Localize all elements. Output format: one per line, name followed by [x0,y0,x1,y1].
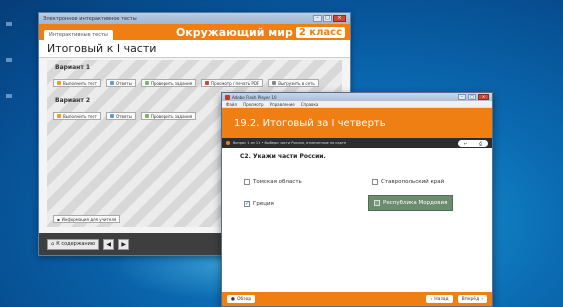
answer-option[interactable]: Ставропольский край [372,179,444,185]
variant-1-label: Вариант 1 [55,64,91,71]
window-controls: – □ × [313,15,346,22]
test-header: 19.2. Итоговый за I четверть [222,108,492,138]
answer-option[interactable]: Томская область [244,179,302,185]
forward-button[interactable]: Вперёд › [457,295,487,303]
question-footer: ● Обзор ‹ Назад Вперёд › [222,292,492,306]
pdf-icon [205,81,210,85]
question-text: С2. Укажи части России. [240,153,326,160]
maximize-button[interactable]: □ [323,15,332,22]
run-test-button[interactable]: Выполнить тест [53,112,102,120]
test-title: 19.2. Итоговый за I четверть [234,117,386,129]
answer-option-selected[interactable]: Республика Мордовия [368,195,454,211]
teacher-info-button[interactable]: ▪ Информация для учителя [53,215,121,223]
desktop-icon[interactable] [6,58,12,62]
minimize-button[interactable]: – [458,94,466,100]
print-icon[interactable]: ⎙ [479,141,482,146]
window-titlebar[interactable]: Электронное интерактивное тесты – □ × [39,13,350,24]
prev-page-button[interactable]: ◀ [103,238,115,250]
flash-app-icon [225,94,230,100]
arrow-icon[interactable]: ↩ [464,141,467,146]
close-button[interactable]: × [478,94,489,100]
window-titlebar[interactable]: Adobe Flash Player 10 – □ × [222,93,492,101]
window-title: Электронное интерактивное тесты [43,15,137,22]
tab-interactive-tests[interactable]: Интерактивные тесты [44,30,113,40]
question-nav-bar: Вопрос 1 из 11 • Выбери части России, от… [222,138,492,148]
table-of-contents-button[interactable]: ⌂ К содержанию [47,238,100,250]
desktop-icon[interactable] [6,22,12,26]
checkbox-checked[interactable] [244,200,250,207]
info-icon: ▪ [57,216,60,222]
overview-icon: ● [231,296,235,302]
answers-icon [110,114,115,118]
subject-header: Интерактивные тесты Окружающий мир 2 кла… [39,24,350,40]
play-icon [57,81,61,85]
window-title: Adobe Flash Player 10 [232,94,277,100]
upload-icon [272,81,277,85]
minimize-button[interactable]: – [313,15,322,22]
back-button[interactable]: ‹ Назад [426,295,453,303]
page-title: Итоговый к I части [39,40,350,58]
maximize-button[interactable]: □ [468,94,476,100]
question-progress-text: Вопрос 1 из 11 • Выбери части России, от… [233,141,347,145]
close-button[interactable]: × [333,15,346,22]
menu-view[interactable]: Просмотр [243,102,264,107]
progress-dot-icon [226,141,230,145]
menu-control[interactable]: Управление [270,102,295,107]
variant-2-actions: Выполнить тест Ответы Проверить задания [53,112,197,120]
checkbox[interactable] [244,179,250,185]
check-icon [144,114,149,118]
run-test-button[interactable]: Выполнить тест [53,79,102,87]
variant-2-label: Вариант 2 [55,97,91,104]
menu-file[interactable]: Файл [226,102,237,107]
variant-1-actions: Выполнить тест Ответы Проверить задания … [53,79,319,87]
answers-icon [110,81,115,85]
answer-option[interactable]: Греция [244,200,274,207]
home-icon: ⌂ [51,241,55,247]
checkbox[interactable] [374,200,380,206]
print-pdf-button[interactable]: Просмотр / печать PDF [201,79,264,87]
next-page-button[interactable]: ▶ [118,238,130,250]
answers-button[interactable]: Ответы [106,112,136,120]
answers-button[interactable]: Ответы [106,79,136,87]
check-tasks-button[interactable]: Проверить задания [140,79,197,87]
menu-bar: Файл Просмотр Управление Справка [222,101,492,108]
menu-help[interactable]: Справка [301,102,319,107]
nav-pill[interactable]: ↩ ⎙ [458,139,488,147]
grade-badge: 2 класс [295,26,345,38]
chevron-right-icon: › [481,296,483,302]
play-icon [57,114,61,118]
upload-button[interactable]: Выгрузить в сеть [268,79,319,87]
desktop-icon[interactable] [6,94,12,98]
flash-player-window: Adobe Flash Player 10 – □ × Файл Просмот… [221,92,493,307]
overview-button[interactable]: ● Обзор [227,295,256,303]
check-tasks-button[interactable]: Проверить задания [140,112,197,120]
check-icon [144,81,149,85]
checkbox[interactable] [372,179,378,185]
chevron-left-icon: ‹ [430,296,433,302]
subject-title: Окружающий мир [175,25,293,39]
